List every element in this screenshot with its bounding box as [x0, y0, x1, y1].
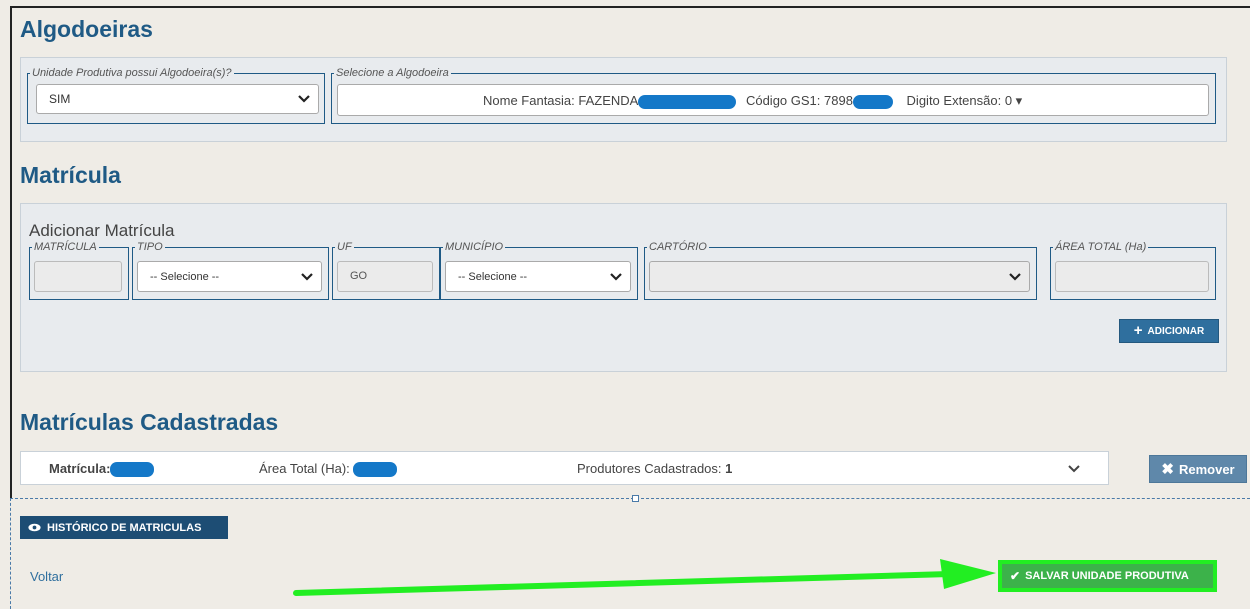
salvar-unidade-button[interactable]: ✔ SALVAR UNIDADE PRODUTIVA — [998, 560, 1217, 592]
matricula-legend: MATRÍCULA — [34, 241, 97, 253]
produtores-row: Produtores Cadastrados: 1 — [577, 461, 732, 476]
plus-icon: + — [1133, 322, 1143, 339]
redacted-name — [638, 94, 737, 109]
eye-icon — [28, 523, 41, 532]
section-title-cadastradas: Matrículas Cadastradas — [20, 409, 279, 435]
cartorio-select[interactable] — [649, 261, 1030, 292]
digito-label: Digito Extensão: 0 ▾ — [906, 93, 1023, 108]
selection-handle[interactable] — [632, 495, 639, 502]
row-matricula-label: Matrícula: — [49, 461, 111, 476]
tipo-value: -- Selecione -- — [150, 270, 220, 283]
row-produtores-value: 1 — [725, 461, 733, 476]
adicionar-label: ADICIONAR — [1147, 325, 1205, 337]
algodoeira-panel: Unidade Produtiva possui Algodoeira(s)? … — [20, 57, 1227, 142]
remover-button[interactable]: ✖ Remover — [1149, 455, 1247, 483]
row-area-label: Área Total (Ha): — [259, 461, 350, 476]
uf-legend: UF — [337, 241, 352, 253]
chevron-down-icon — [301, 272, 313, 281]
chevron-down-icon[interactable] — [1068, 465, 1080, 473]
section-title-algodoeiras: Algodoeiras — [20, 16, 153, 42]
chevron-down-icon — [610, 272, 622, 281]
historico-button[interactable]: HISTÓRICO DE MATRICULAS — [20, 516, 228, 539]
algodoeira-option-text: Nome Fantasia: FAZENDA Código GS1: 7898 … — [483, 93, 1022, 109]
chevron-down-icon — [298, 95, 310, 103]
remover-label: Remover — [1178, 461, 1235, 477]
cartorio-legend: CARTÓRIO — [649, 241, 707, 253]
historico-label: HISTÓRICO DE MATRICULAS — [47, 521, 202, 534]
area-total-input[interactable] — [1055, 261, 1209, 292]
annotation-arrow — [293, 559, 996, 596]
unidade-algodoeira-value: SIM — [49, 92, 71, 106]
select-algodoeira-legend: Selecione a Algodoeira — [336, 67, 449, 79]
municipio-select[interactable]: -- Selecione -- — [445, 261, 631, 292]
salvar-label: SALVAR UNIDADE PRODUTIVA — [1025, 570, 1189, 582]
unidade-legend: Unidade Produtiva possui Algodoeira(s)? — [32, 67, 232, 79]
codigo-label: Código GS1: 7898 — [745, 93, 853, 108]
adicionar-button[interactable]: + ADICIONAR — [1119, 319, 1219, 343]
area-label-row: Área Total (Ha): — [259, 461, 398, 478]
selection-dashed-line-left — [10, 498, 11, 609]
redacted-code — [852, 94, 893, 109]
tipo-select[interactable]: -- Selecione -- — [137, 261, 322, 292]
row-produtores-label: Produtores Cadastrados: — [577, 461, 722, 476]
matricula-input[interactable] — [34, 261, 122, 292]
uf-input[interactable]: GO — [337, 261, 433, 292]
redacted-area — [353, 462, 398, 478]
municipio-legend: MUNICÍPIO — [445, 241, 504, 253]
algodoeira-select[interactable]: Nome Fantasia: FAZENDA Código GS1: 7898 … — [337, 84, 1209, 116]
add-matricula-panel: Adicionar Matrícula MATRÍCULA TIPO -- Se… — [20, 203, 1227, 372]
selection-dashed-line — [10, 498, 1250, 499]
tipo-legend: TIPO — [137, 241, 163, 253]
section-title-matricula: Matrícula — [20, 162, 121, 188]
chevron-down-icon — [1009, 272, 1021, 281]
redacted-matricula — [110, 462, 155, 478]
nome-fantasia-label: Nome Fantasia: FAZENDA — [483, 93, 639, 108]
uf-value: GO — [350, 270, 368, 282]
matricula-cadastrada-row[interactable]: Matrícula: Área Total (Ha): Produtores C… — [20, 451, 1109, 485]
unidade-algodoeira-select[interactable]: SIM — [36, 84, 319, 114]
check-icon: ✔ — [1010, 569, 1021, 583]
voltar-link[interactable]: Voltar — [30, 569, 63, 584]
municipio-value: -- Selecione -- — [458, 270, 528, 283]
add-matricula-title: Adicionar Matrícula — [29, 221, 175, 240]
matricula-label-row: Matrícula: — [49, 461, 155, 478]
close-icon: ✖ — [1161, 461, 1174, 478]
area-legend: ÁREA TOTAL (Ha) — [1055, 241, 1147, 253]
